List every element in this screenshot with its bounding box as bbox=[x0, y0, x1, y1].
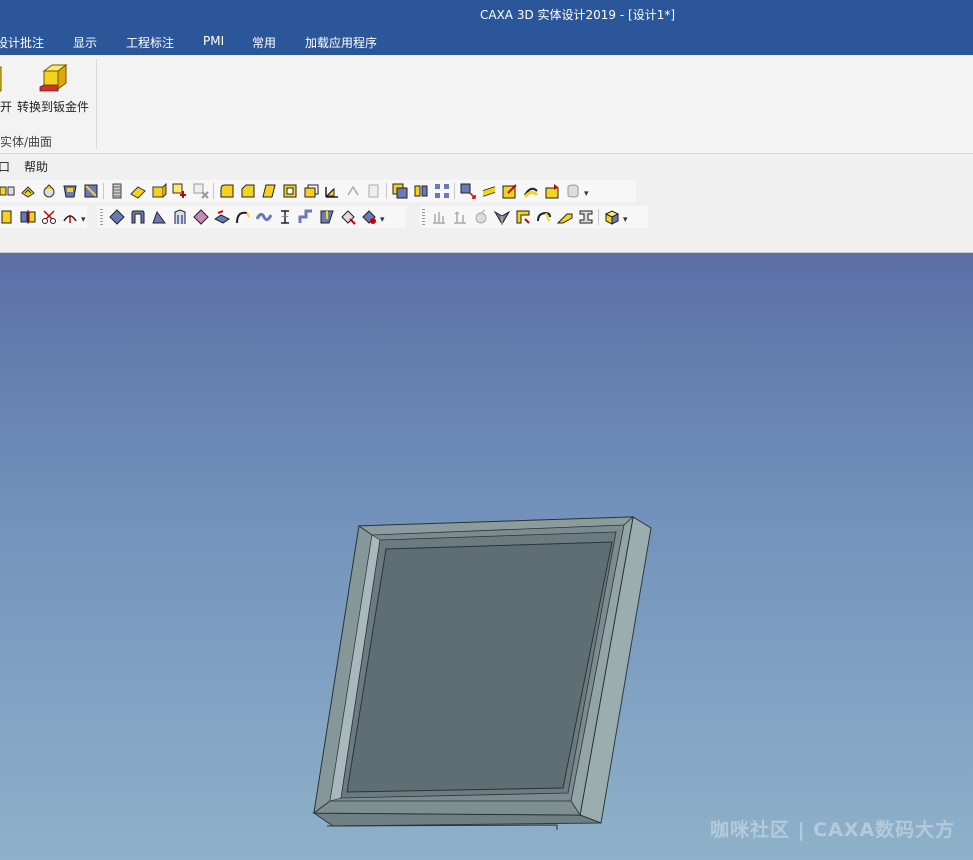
face-draft-icon[interactable] bbox=[261, 183, 277, 199]
wedge-icon[interactable] bbox=[151, 209, 167, 225]
offset-face-icon[interactable] bbox=[303, 183, 319, 199]
ribbon-panel: 开 转换到钣金件 实体/曲面 bbox=[0, 55, 973, 154]
distribute-disabled-icon[interactable] bbox=[452, 209, 468, 225]
toolbar-separator bbox=[213, 183, 214, 199]
twist-icon[interactable] bbox=[256, 209, 272, 225]
sheet-ibeam-icon[interactable] bbox=[578, 209, 594, 225]
title-bar: CAXA 3D 实体设计2019 - [设计1*] bbox=[0, 0, 973, 28]
tab-design-annotation[interactable]: 设计批注 bbox=[0, 34, 44, 51]
cut-icon[interactable] bbox=[41, 209, 57, 225]
view-cube-icon[interactable] bbox=[604, 209, 620, 225]
rib-icon[interactable] bbox=[324, 183, 340, 199]
loft-icon[interactable] bbox=[481, 183, 497, 199]
toolbar-separator bbox=[598, 209, 599, 225]
arc-tool-icon[interactable] bbox=[62, 209, 78, 225]
menu-window[interactable]: 口 bbox=[0, 158, 10, 175]
convert-to-sheetmetal-icon[interactable] bbox=[38, 63, 68, 93]
edit-sketch-icon[interactable] bbox=[502, 183, 518, 199]
close-corner-icon[interactable] bbox=[340, 209, 356, 225]
align-disabled-icon[interactable] bbox=[431, 209, 447, 225]
shell-feature-icon[interactable] bbox=[20, 183, 36, 199]
watermark: 咖咪社区 | CAXA数码大方 bbox=[710, 819, 956, 841]
toolbar-row-2-group-2-overflow[interactable]: ▾ bbox=[380, 215, 385, 225]
stamp-icon[interactable] bbox=[361, 209, 377, 225]
add-face-icon[interactable] bbox=[172, 183, 188, 199]
diamond-icon[interactable] bbox=[109, 209, 125, 225]
shell-icon[interactable] bbox=[282, 183, 298, 199]
pattern-feature-icon[interactable] bbox=[0, 183, 15, 199]
tab-load-apps[interactable]: 加载应用程序 bbox=[305, 34, 377, 51]
package-icon[interactable] bbox=[544, 183, 560, 199]
toolbar-row-1-overflow[interactable]: ▾ bbox=[584, 189, 589, 199]
move-face-icon[interactable] bbox=[151, 183, 167, 199]
delete-face-icon[interactable] bbox=[193, 183, 209, 199]
classic-toolbar-area: 口 帮助 ▾ ▾ ▾ ▾ bbox=[0, 154, 973, 253]
tab-engineering-annotation[interactable]: 工程标注 bbox=[126, 34, 174, 51]
boolean-icon[interactable] bbox=[392, 183, 408, 199]
toolbar-row-2-group-1-overflow[interactable]: ▾ bbox=[81, 215, 86, 225]
jog-icon[interactable] bbox=[298, 209, 314, 225]
cross-section-icon[interactable] bbox=[83, 183, 99, 199]
unfold-bend-icon[interactable] bbox=[214, 209, 230, 225]
convert-to-sheetmetal-button[interactable]: 转换到钣金件 bbox=[17, 98, 89, 115]
toolbar-separator bbox=[454, 183, 455, 199]
curl-icon[interactable] bbox=[235, 209, 251, 225]
window-title: CAXA 3D 实体设计2019 - [设计1*] bbox=[480, 8, 676, 22]
toolbar-row-1: ▾ bbox=[0, 180, 636, 202]
thread-icon[interactable] bbox=[109, 183, 125, 199]
tab-pmi[interactable]: PMI bbox=[203, 34, 224, 48]
sheet-fold-icon[interactable] bbox=[494, 209, 510, 225]
sheet-slope-icon[interactable] bbox=[557, 209, 573, 225]
extrude-face-icon[interactable] bbox=[130, 183, 146, 199]
ribbon-group-divider bbox=[96, 59, 97, 149]
corner-relief-icon[interactable] bbox=[319, 209, 335, 225]
toolbar-row-2-group-3: ▾ bbox=[420, 206, 648, 228]
tab-feature-icon[interactable] bbox=[193, 209, 209, 225]
flange-icon[interactable] bbox=[172, 209, 188, 225]
toolbar-row-2-group-3-overflow[interactable]: ▾ bbox=[623, 215, 628, 225]
toolbar-separator bbox=[103, 183, 104, 199]
mirror-body-icon[interactable] bbox=[20, 209, 36, 225]
sheet-corner-icon[interactable] bbox=[515, 209, 531, 225]
chamfer-icon[interactable] bbox=[240, 183, 256, 199]
toolbar-grip[interactable] bbox=[422, 209, 425, 225]
fillet-icon[interactable] bbox=[219, 183, 235, 199]
sweep-icon[interactable] bbox=[523, 183, 539, 199]
toolbar-separator bbox=[386, 183, 387, 199]
tab-common[interactable]: 常用 bbox=[252, 34, 276, 51]
solid-icon[interactable] bbox=[0, 209, 15, 225]
hem-icon[interactable] bbox=[277, 209, 293, 225]
rotate-disabled-icon[interactable] bbox=[473, 209, 489, 225]
sheet-metal-part-model[interactable] bbox=[0, 253, 973, 860]
bend-icon[interactable] bbox=[130, 209, 146, 225]
ribbon-tab-bar: 设计批注 显示 工程标注 PMI 常用 加载应用程序 bbox=[0, 28, 973, 55]
unfold-button-label[interactable]: 开 bbox=[0, 98, 12, 115]
toolbar-row-2-group-1: ▾ bbox=[0, 206, 87, 228]
ribbon-group-solid-surface: 实体/曲面 bbox=[0, 135, 53, 149]
toolbar-row-2-group-2: ▾ bbox=[98, 206, 406, 228]
scale-body-icon[interactable] bbox=[460, 183, 476, 199]
split-disabled-icon[interactable] bbox=[345, 183, 361, 199]
toolbar-grip[interactable] bbox=[100, 209, 103, 225]
tab-display[interactable]: 显示 bbox=[73, 34, 97, 51]
menu-help[interactable]: 帮助 bbox=[24, 158, 48, 175]
cup-feature-icon[interactable] bbox=[62, 183, 78, 199]
emboss-feature-icon[interactable] bbox=[41, 183, 57, 199]
3d-viewport[interactable]: 咖咪社区 | CAXA数码大方 bbox=[0, 253, 973, 860]
mirror-disabled-icon[interactable] bbox=[366, 183, 382, 199]
unfold-icon[interactable] bbox=[0, 65, 4, 93]
cylinder-disabled-icon[interactable] bbox=[565, 183, 581, 199]
sheet-curl-icon[interactable] bbox=[536, 209, 552, 225]
split-body-icon[interactable] bbox=[413, 183, 429, 199]
pattern-icon[interactable] bbox=[434, 183, 450, 199]
